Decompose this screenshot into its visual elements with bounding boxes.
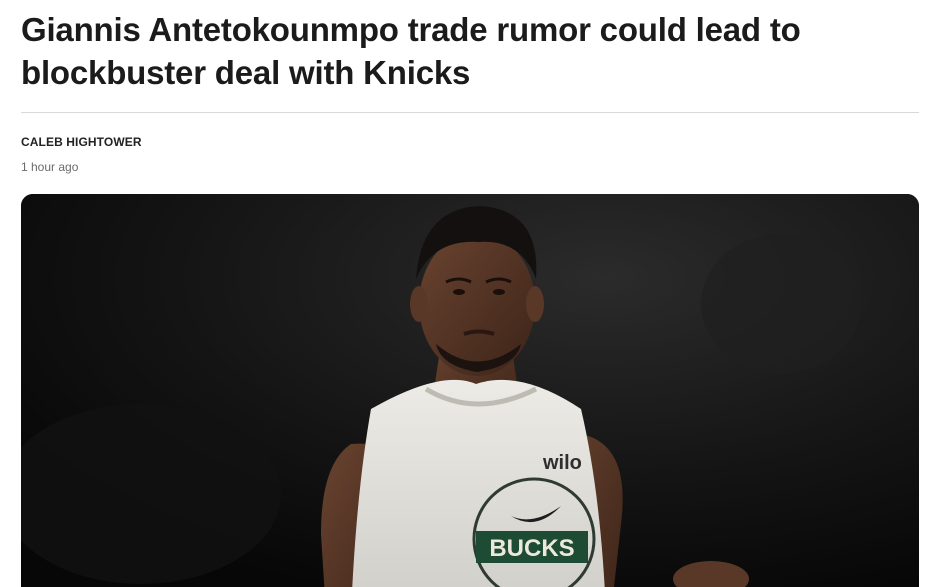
hero-photo-illustration: wilo BUCKS bbox=[21, 194, 919, 587]
article: Giannis Antetokounmpo trade rumor could … bbox=[0, 0, 928, 587]
jersey-sponsor-text: wilo bbox=[542, 452, 582, 474]
jersey-wordmark-text: BUCKS bbox=[489, 535, 574, 562]
hero-image[interactable]: wilo BUCKS bbox=[21, 194, 919, 587]
publish-timestamp: 1 hour ago bbox=[21, 160, 79, 174]
author-byline[interactable]: CALEB HIGHTOWER bbox=[21, 135, 142, 149]
article-headline: Giannis Antetokounmpo trade rumor could … bbox=[21, 11, 801, 91]
divider bbox=[21, 112, 919, 113]
